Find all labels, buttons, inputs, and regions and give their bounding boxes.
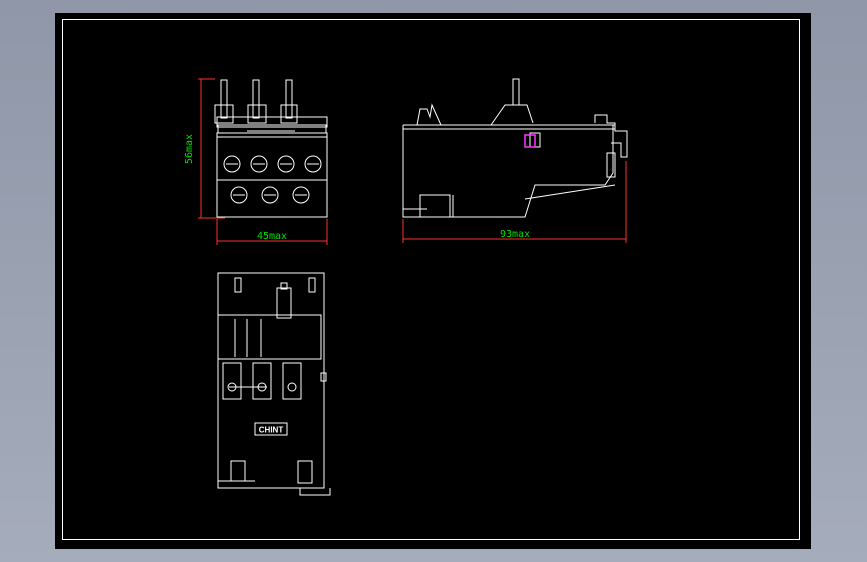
front-height-label: 56max (184, 134, 195, 164)
front-view (214, 79, 328, 218)
side-view (402, 78, 628, 218)
side-length-label: 93max (500, 229, 530, 240)
front-width-label: 45max (257, 231, 287, 242)
drawing-svg: 56max 45max 93max CHINT (184, 78, 628, 496)
cad-drawing-canvas: 56max 45max 93max CHINT (55, 13, 811, 549)
brand-label: CHINT (259, 426, 284, 435)
bottom-view (217, 272, 331, 496)
